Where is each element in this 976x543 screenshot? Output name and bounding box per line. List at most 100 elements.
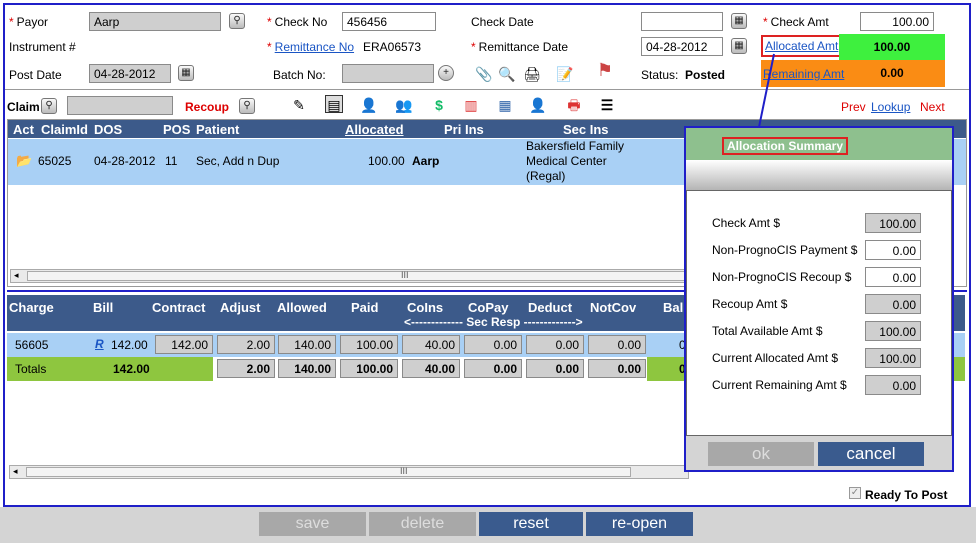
save-button[interactable]: save [259, 512, 366, 536]
scroll-left-icon[interactable]: ◂ [14, 270, 19, 281]
col-copay: CoPay [468, 300, 509, 315]
allocated-amt-value: 100.00 [839, 34, 945, 60]
notcov-field[interactable]: 0.00 [588, 335, 646, 354]
col-act: Act [13, 122, 34, 137]
grip-icon: III [400, 466, 408, 476]
search-icon[interactable]: 🔍 [498, 65, 516, 83]
col-coins: CoIns [407, 300, 444, 315]
check-amt-row-label: Check Amt $ [712, 216, 781, 230]
print-icon[interactable]: 🖨 [523, 65, 541, 83]
horizontal-scrollbar[interactable]: ◂ III [9, 465, 689, 479]
dollar-icon[interactable]: $ [430, 96, 448, 114]
binoculars-icon[interactable]: ⚲ [239, 98, 255, 114]
grid-icon[interactable]: ▦ [496, 96, 514, 114]
totals-copay: 0.00 [464, 359, 522, 378]
non-prognocis-payment-label: Non-PrognoCIS Payment $ [712, 243, 858, 257]
totals-bill: 142.00 [113, 362, 150, 376]
reset-button[interactable]: reset [479, 512, 583, 536]
recoup-amt-label: Recoup Amt $ [712, 297, 788, 311]
cancel-button[interactable]: cancel [818, 442, 924, 466]
col-paid: Paid [351, 300, 379, 315]
recoup-label: Recoup [185, 100, 230, 114]
contract-field[interactable]: 142.00 [155, 335, 213, 354]
batch-no-field[interactable] [342, 64, 434, 83]
cell-pri-ins: Aarp [412, 154, 440, 168]
user-doc-icon[interactable]: 👤 [529, 96, 547, 114]
adjust-field[interactable]: 2.00 [217, 335, 275, 354]
dialog-title: Allocation Summary [722, 137, 849, 155]
remaining-amt-value: 0.00 [880, 66, 904, 80]
col-deduct: Deduct [528, 300, 573, 315]
remittance-no-link[interactable]: Remittance No [275, 40, 354, 54]
col-sec-ins: Sec Ins [563, 122, 609, 137]
check-amt-label: * Check Amt [763, 15, 829, 29]
check-no-field[interactable]: 456456 [342, 12, 436, 31]
list-icon[interactable]: ☰ [598, 96, 616, 114]
edit-icon[interactable]: ✎ [290, 96, 308, 114]
folder-icon[interactable]: 📂 [16, 153, 32, 169]
scroll-thumb[interactable] [26, 467, 631, 477]
printer-icon[interactable]: 🖶 [565, 96, 583, 114]
user-list-icon[interactable]: 👥 [395, 96, 413, 114]
col-contract: Contract [152, 300, 206, 315]
copay-field[interactable]: 0.00 [464, 335, 522, 354]
dialog-body: Check Amt $ 100.00 Non-PrognoCIS Payment… [686, 190, 952, 436]
attach-icon[interactable]: 📎 [475, 65, 493, 83]
allowed-field[interactable]: 140.00 [278, 335, 336, 354]
binoculars-icon[interactable]: ⚲ [229, 13, 245, 29]
coins-field[interactable]: 40.00 [402, 335, 460, 354]
cell-sec-ins-line2: Medical Center [526, 154, 607, 168]
cell-claimid: 65025 [38, 154, 72, 168]
scroll-thumb[interactable] [27, 271, 687, 281]
next-link[interactable]: Next [920, 100, 945, 114]
col-allocated[interactable]: Allocated [345, 122, 404, 137]
ok-button[interactable]: ok [708, 442, 814, 466]
reopen-button[interactable]: re-open [586, 512, 693, 536]
add-icon[interactable]: + [438, 65, 454, 81]
remittance-date-label: * Remittance Date [471, 40, 569, 54]
total-available-value: 100.00 [865, 321, 921, 341]
col-pri-ins: Pri Ins [444, 122, 484, 137]
calendar-icon[interactable]: ▦ [731, 38, 747, 54]
prev-link[interactable]: Prev [841, 100, 866, 114]
remittance-no-value: ERA06573 [363, 40, 422, 54]
ready-to-post-checkbox[interactable]: ✓ [849, 487, 861, 499]
user-card-icon[interactable]: 👤 [360, 96, 378, 114]
cell-allocated: 100.00 [368, 154, 405, 168]
delete-button[interactable]: delete [369, 512, 476, 536]
document-icon[interactable]: ▤ [325, 95, 343, 113]
col-adjust: Adjust [220, 300, 261, 315]
col-charge: Charge [9, 300, 54, 315]
remittance-date-field[interactable]: 04-28-2012 [641, 37, 723, 56]
non-prognocis-payment-field[interactable]: 0.00 [865, 240, 921, 260]
note-icon[interactable]: 📝 [556, 65, 574, 83]
report-icon[interactable]: ▥ [462, 96, 480, 114]
lookup-link[interactable]: Lookup [871, 100, 910, 114]
status-label: Status: [641, 68, 679, 82]
payor-field[interactable]: Aarp [89, 12, 221, 31]
col-notcov: NotCov [590, 300, 637, 315]
flag-icon[interactable]: ⚑ [596, 61, 614, 79]
cell-bill: 142.00 [111, 338, 148, 352]
non-prognocis-recoup-field[interactable]: 0.00 [865, 267, 921, 287]
current-allocated-label: Current Allocated Amt $ [712, 351, 839, 365]
post-date-field[interactable]: 04-28-2012 [89, 64, 171, 83]
current-remaining-label: Current Remaining Amt $ [712, 378, 847, 392]
claim-field[interactable] [67, 96, 173, 115]
paid-field[interactable]: 100.00 [340, 335, 398, 354]
binoculars-icon[interactable]: ⚲ [41, 98, 57, 114]
totals-notcov: 0.00 [588, 359, 646, 378]
r-link[interactable]: R [95, 337, 104, 351]
post-date-label: Post Date [9, 68, 62, 82]
scroll-left-icon[interactable]: ◂ [13, 466, 18, 477]
col-claimid: ClaimId [41, 122, 88, 137]
check-date-field[interactable] [641, 12, 723, 31]
check-amt-field[interactable]: 100.00 [860, 12, 934, 31]
divider [5, 89, 969, 90]
deduct-field[interactable]: 0.00 [526, 335, 584, 354]
horizontal-scrollbar[interactable]: ◂ III [10, 269, 690, 283]
totals-label: Totals [15, 362, 47, 376]
calendar-icon[interactable]: ▦ [731, 13, 747, 29]
cell-pos: 11 [165, 154, 178, 168]
calendar-icon[interactable]: ▦ [178, 65, 194, 81]
